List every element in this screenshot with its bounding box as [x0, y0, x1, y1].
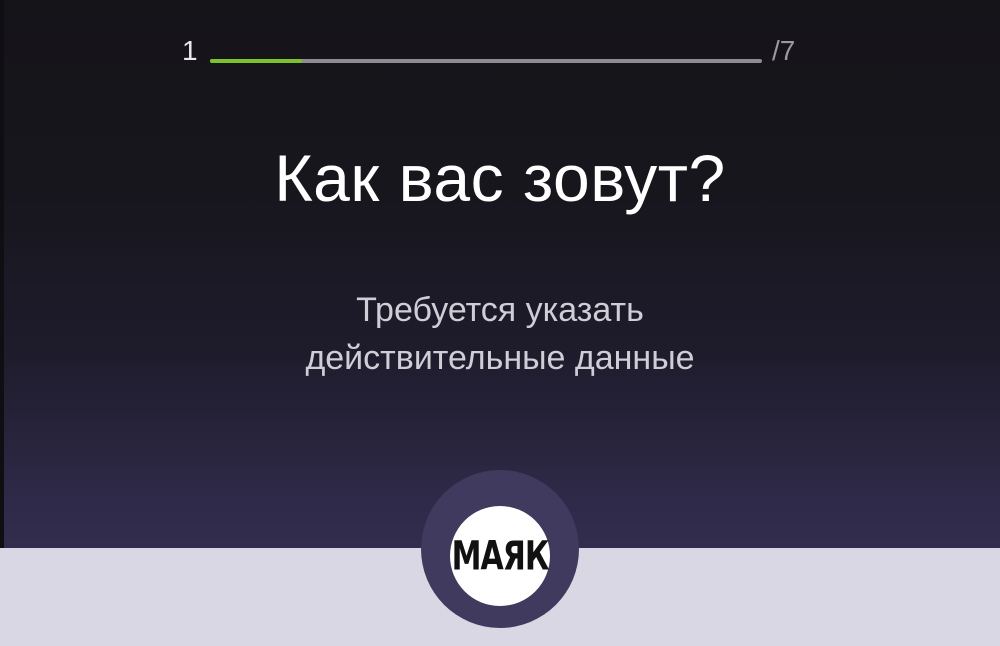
- progress-total-steps: /7: [772, 35, 796, 66]
- page-subtitle: Требуется указать действительные данные: [0, 286, 1000, 382]
- logo-text: МАЯК: [451, 532, 550, 580]
- subtitle-line-2: действительные данные: [305, 339, 695, 377]
- question-screen: 1 /7 Как вас зовут? Требуется указать де…: [0, 0, 1000, 646]
- progress-current-step: 1: [182, 35, 198, 66]
- progress-bar-fill: [210, 59, 303, 63]
- page-title: Как вас зовут?: [274, 141, 726, 215]
- progress-bar: [210, 59, 762, 63]
- subtitle-line-1: Требуется указать: [356, 291, 644, 329]
- mayak-logo-icon: МАЯК: [450, 506, 550, 606]
